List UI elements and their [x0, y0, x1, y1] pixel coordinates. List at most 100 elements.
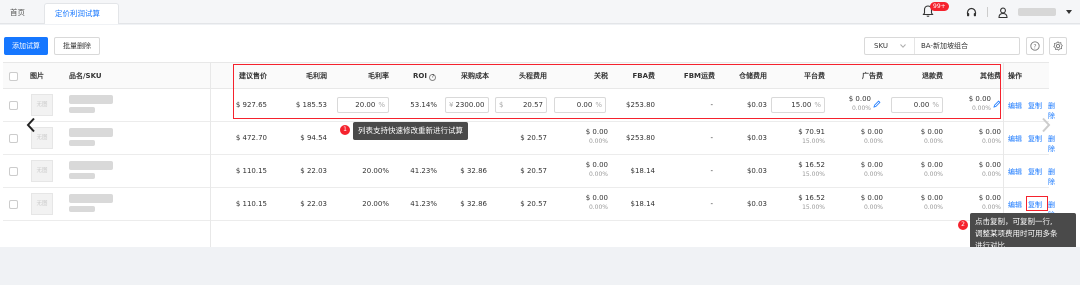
margin-value: 20.00% [362, 200, 389, 208]
tip-copy-line-1: 点击复制，可复制一行, [975, 217, 1053, 226]
tab-bar: 首页 定价利润试算× 99+ [0, 0, 1080, 38]
ads-value: $ 0.00 [860, 194, 883, 202]
other-percent: 0.00% [981, 204, 1001, 211]
fbm-value: - [710, 200, 713, 208]
platform-fee-percent: 15.00% [802, 171, 825, 178]
headset-icon[interactable] [966, 7, 977, 18]
platform-fee-value: $ 70.91 [798, 128, 825, 136]
editable-row-highlight [233, 64, 1001, 119]
filter-value[interactable]: BA-新加坡组合 [915, 41, 968, 51]
select-all-checkbox[interactable] [9, 72, 18, 81]
fbm-value: - [710, 167, 713, 175]
purchase-cost-value: $ 32.86 [460, 200, 487, 208]
storage-value: $0.03 [746, 200, 767, 208]
product-name-redacted [69, 161, 113, 170]
sku-redacted [69, 107, 95, 113]
tip-marker-2: 2 [958, 220, 968, 230]
help-icon[interactable]: ? [1026, 37, 1044, 55]
add-calculation-button[interactable]: 添加试算 [4, 37, 48, 55]
table-row: 无图 $ 472.70 $ 94.54 $ 20.57 $ 0.00 0.00%… [3, 122, 1055, 155]
refund-value: $ 0.00 [920, 161, 943, 169]
tab-pricing-calculator[interactable]: 定价利润试算× [44, 3, 119, 38]
ads-value: $ 0.00 [860, 161, 883, 169]
ads-percent: 0.00% [863, 138, 883, 145]
refund-value: $ 0.00 [920, 128, 943, 136]
frozen-column-divider [210, 63, 211, 248]
row-checkbox[interactable] [9, 134, 18, 143]
copy-link[interactable]: 复制 [1028, 167, 1042, 177]
sku-redacted [69, 206, 95, 212]
row-checkbox[interactable] [9, 101, 18, 110]
sku-filter[interactable]: SKU BA-新加坡组合 [864, 37, 1020, 55]
gear-icon[interactable] [1049, 37, 1067, 55]
fba-value: $18.14 [630, 167, 656, 175]
price-value: $ 110.15 [235, 200, 267, 208]
storage-value: $0.03 [746, 134, 767, 142]
delete-link[interactable]: 删除 [1048, 134, 1055, 154]
product-name-redacted [69, 95, 113, 104]
first-leg-value: $ 20.57 [520, 167, 547, 175]
edit-link[interactable]: 编辑 [1008, 101, 1022, 111]
sku-redacted [69, 173, 95, 179]
product-name-redacted [69, 128, 113, 137]
copy-link-highlight [1026, 196, 1048, 211]
tip-marker-1: 1 [340, 125, 350, 135]
header-divider [987, 7, 988, 17]
purchase-cost-value: $ 32.86 [460, 167, 487, 175]
tariff-percent: 0.00% [588, 171, 608, 178]
roi-value: 41.23% [410, 167, 437, 175]
sku-redacted [69, 140, 95, 146]
filter-field-label: SKU [874, 42, 888, 50]
profit-value: $ 94.54 [300, 134, 327, 142]
delete-link[interactable]: 删除 [1048, 167, 1055, 187]
row-checkbox[interactable] [9, 200, 18, 209]
bell-icon[interactable]: 99+ [922, 2, 949, 19]
svg-text:?: ? [1033, 43, 1036, 50]
col-name-sku: 品名/SKU [69, 72, 102, 80]
roi-value: 41.23% [410, 200, 437, 208]
chevron-left-icon[interactable] [26, 117, 36, 133]
platform-fee-percent: 15.00% [802, 138, 825, 145]
tab-pricing-label: 定价利润试算 [55, 9, 100, 18]
user-icon[interactable] [998, 7, 1008, 18]
tip-quick-edit: 列表支持快速修改重新进行试算 [353, 122, 468, 140]
price-value: $ 110.15 [235, 167, 267, 175]
profit-value: $ 22.03 [300, 200, 327, 208]
main-panel: 添加试算 批量删除 SKU BA-新加坡组合 ? 图片 品名/SKU 建议售价 … [0, 25, 1080, 248]
username-redacted[interactable] [1018, 8, 1056, 16]
row-checkbox[interactable] [9, 167, 18, 176]
edit-link[interactable]: 编辑 [1008, 167, 1022, 177]
bulk-delete-button[interactable]: 批量删除 [54, 37, 100, 55]
tab-home[interactable]: 首页 [0, 3, 44, 24]
edit-link[interactable]: 编辑 [1008, 200, 1022, 210]
profit-value: $ 22.03 [300, 167, 327, 175]
tariff-percent: 0.00% [588, 138, 608, 145]
product-name-redacted [69, 194, 113, 203]
price-value: $ 472.70 [235, 134, 267, 142]
platform-fee-percent: 15.00% [802, 204, 825, 211]
caret-down-icon[interactable] [1066, 10, 1072, 14]
tariff-value: $ 0.00 [585, 161, 608, 169]
first-leg-value: $ 20.57 [520, 200, 547, 208]
filter-field-select[interactable]: SKU [865, 38, 915, 54]
tariff-value: $ 0.00 [585, 128, 608, 136]
other-value: $ 0.00 [978, 161, 1001, 169]
fbm-value: - [710, 134, 713, 142]
copy-link[interactable]: 复制 [1028, 134, 1042, 144]
tariff-value: $ 0.00 [585, 194, 608, 202]
other-value: $ 0.00 [978, 128, 1001, 136]
ads-percent: 0.00% [863, 204, 883, 211]
chevron-right-icon[interactable] [1041, 117, 1051, 133]
copy-link[interactable]: 复制 [1028, 101, 1042, 111]
refund-percent: 0.00% [923, 138, 943, 145]
fba-value: $18.14 [630, 200, 656, 208]
other-percent: 0.00% [981, 138, 1001, 145]
platform-fee-value: $ 16.52 [798, 194, 825, 202]
platform-fee-value: $ 16.52 [798, 161, 825, 169]
other-value: $ 0.00 [978, 194, 1001, 202]
product-thumbnail: 无图 [31, 193, 53, 215]
product-thumbnail: 无图 [31, 160, 53, 182]
refund-value: $ 0.00 [920, 194, 943, 202]
col-image: 图片 [30, 72, 44, 80]
edit-link[interactable]: 编辑 [1008, 134, 1022, 144]
